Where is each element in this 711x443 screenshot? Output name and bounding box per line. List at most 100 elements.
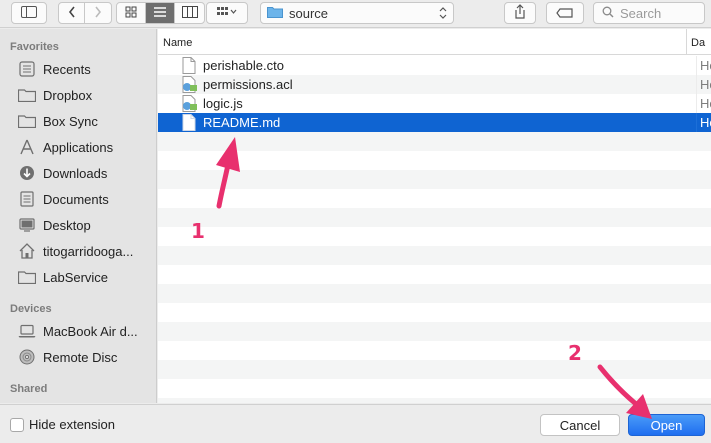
empty-row [158,151,711,170]
toolbar: source Search [0,0,711,28]
share-button[interactable] [504,2,536,24]
empty-row [158,265,711,284]
empty-row [158,398,711,403]
icon-view-icon [125,6,137,21]
file-name: perishable.cto [203,58,284,73]
folder-icon [17,112,37,130]
forward-button[interactable] [85,3,111,23]
file-list: Name Da perishable.cto Ho permissions.ac… [158,29,711,403]
tag-icon [556,6,574,21]
empty-row [158,170,711,189]
search-field[interactable]: Search [593,2,705,24]
sidebar-item-labservice[interactable]: LabService [17,267,108,287]
back-button[interactable] [59,3,85,23]
back-icon [68,6,76,21]
file-row[interactable]: perishable.cto Ho [158,56,711,75]
annotation-step-1: 1 [191,219,205,243]
document-icon [182,57,198,74]
file-row[interactable]: logic.js Ho [158,94,711,113]
file-row[interactable]: permissions.acl Ho [158,75,711,94]
folder-icon [17,268,37,286]
home-icon [17,242,37,260]
list-view-button[interactable] [146,3,175,23]
favorites-heading: Favorites [10,41,59,53]
file-date: Ho [696,113,711,132]
hide-extension-checkbox[interactable] [10,417,24,432]
empty-row [158,360,711,379]
sidebar-item-label: Desktop [43,217,91,233]
empty-row [158,189,711,208]
sidebar-item-label: Applications [43,139,114,155]
sidebar-item-label: Remote Disc [43,349,118,365]
sidebar-item-dropbox[interactable]: Dropbox [17,85,92,105]
cancel-button[interactable]: Cancel [540,414,620,436]
file-date: Ho [696,56,711,75]
documents-icon [17,190,37,208]
column-view-button[interactable] [175,3,204,23]
nav-segment [58,2,112,24]
file-date: Ho [696,94,711,113]
sidebar-item-applications[interactable]: Applications [17,137,113,157]
group-button[interactable] [206,2,248,24]
sidebar-toggle-icon [21,5,37,21]
bottom-bar: Hide extension Cancel Open [0,404,711,443]
list-view-icon [153,6,167,21]
sidebar-item-label: Dropbox [43,87,93,103]
hide-extension-option[interactable]: Hide extension [10,417,115,432]
empty-row [158,284,711,303]
sidebar-item-remote-disc[interactable]: Remote Disc [17,347,117,367]
empty-row [158,208,711,227]
devices-heading: Devices [10,303,52,315]
file-rows: perishable.cto Ho permissions.acl Ho log… [158,56,711,403]
sidebar-item-box-sync[interactable]: Box Sync [17,111,98,131]
empty-row [158,322,711,341]
document-icon [182,114,198,131]
column-header: Name Da [158,29,711,55]
empty-row [158,379,711,398]
sidebar-item-label: Documents [43,191,109,207]
laptop-icon [17,322,37,340]
sidebar-item-documents[interactable]: Documents [17,189,109,209]
script-icon [182,95,198,112]
sidebar-item-label: MacBook Air d... [43,323,138,339]
folder-icon [17,86,37,104]
sidebar-item-label: LabService [43,269,109,285]
recents-icon [17,60,37,78]
sidebar-item-recents[interactable]: Recents [17,59,91,79]
file-name: logic.js [203,96,243,111]
sidebar-item-label: titogarridooga... [43,243,134,259]
chevron-updown-icon [439,6,447,23]
share-icon [514,4,526,22]
file-name: README.md [203,115,281,130]
sidebar: Favorites Recents Dropbox Box Sync Appli… [0,29,157,403]
sidebar-item-label: Downloads [43,165,108,181]
downloads-icon [17,164,37,182]
file-date: Ho [696,75,711,94]
sidebar-toggle-button[interactable] [11,2,47,24]
path-popup[interactable]: source [260,2,454,24]
annotation-step-2: 2 [568,341,582,365]
view-mode-segment [116,2,205,24]
empty-row [158,246,711,265]
sidebar-item-downloads[interactable]: Downloads [17,163,107,183]
file-row-selected[interactable]: README.md Ho [158,113,711,132]
sidebar-item-macbook[interactable]: MacBook Air d... [17,321,138,341]
sidebar-item-label: Box Sync [43,113,98,129]
icon-view-button[interactable] [117,3,146,23]
column-view-icon [181,5,198,21]
sidebar-item-home[interactable]: titogarridooga... [17,241,133,261]
desktop-icon [17,216,37,234]
script-icon [182,76,198,93]
shared-heading: Shared [10,383,48,395]
tag-button[interactable] [546,2,584,24]
hide-extension-label: Hide extension [29,417,115,432]
empty-row [158,227,711,246]
open-button[interactable]: Open [628,414,705,436]
empty-row [158,341,711,360]
folder-icon [267,5,283,21]
sidebar-item-desktop[interactable]: Desktop [17,215,91,235]
sidebar-item-label: Recents [43,61,91,77]
search-icon [602,6,614,21]
column-header-name[interactable]: Name [163,37,192,49]
column-header-date[interactable]: Da [686,29,705,55]
